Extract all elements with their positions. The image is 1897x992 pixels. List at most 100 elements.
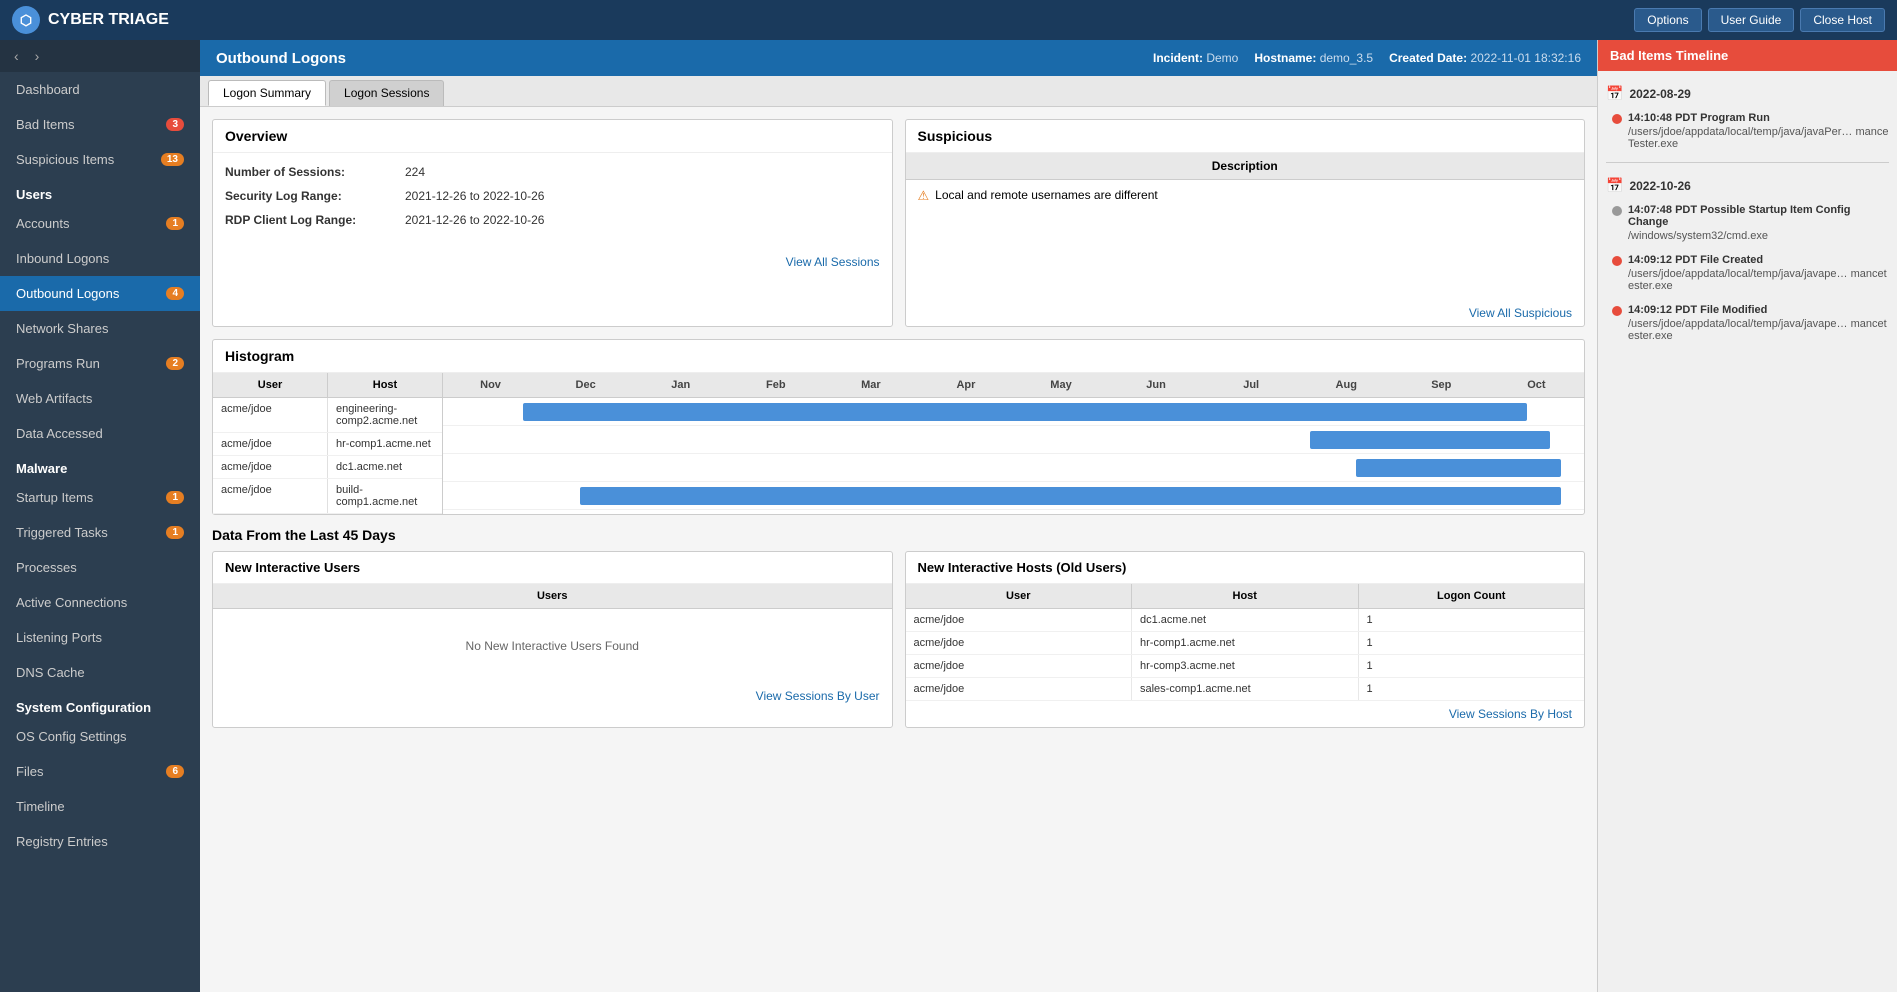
new-users-empty: No New Interactive Users Found	[213, 609, 892, 683]
sidebar-item-processes[interactable]: Processes	[0, 550, 200, 585]
calendar-icon-1: 📅	[1606, 177, 1623, 194]
sidebar-item-listening-ports[interactable]: Listening Ports	[0, 620, 200, 655]
new-interactive-hosts-title: New Interactive Hosts (Old Users)	[906, 552, 1585, 584]
sidebar-item-os-config[interactable]: OS Config Settings	[0, 719, 200, 754]
logo-icon: ⬡	[12, 6, 40, 34]
sidebar-item-files[interactable]: Files 6	[0, 754, 200, 789]
month-feb: Feb	[728, 373, 823, 397]
accounts-badge: 1	[166, 217, 184, 230]
view-sessions-by-host-link[interactable]: View Sessions By Host	[906, 701, 1585, 727]
header-buttons: Options User Guide Close Host	[1634, 8, 1885, 32]
nav-back-arrow[interactable]: ‹	[8, 46, 25, 66]
sidebar-item-timeline[interactable]: Timeline	[0, 789, 200, 824]
tab-logon-sessions[interactable]: Logon Sessions	[329, 80, 444, 106]
month-dec: Dec	[538, 373, 633, 397]
histogram-title: Histogram	[213, 340, 1584, 373]
host-count-0: 1	[1359, 609, 1585, 631]
user-guide-button[interactable]: User Guide	[1708, 8, 1795, 32]
rdp-log-label: RDP Client Log Range:	[225, 213, 405, 227]
month-jul: Jul	[1204, 373, 1299, 397]
warning-icon: ⚠	[918, 188, 930, 204]
sidebar-section-system-config: System Configuration	[0, 690, 200, 719]
host-user-1: acme/jdoe	[906, 632, 1133, 654]
right-sidebar-title: Bad Items Timeline	[1598, 40, 1897, 71]
event-time-1-0: 14:07:48 PDT Possible Startup Item Confi…	[1628, 204, 1889, 228]
sidebar-item-dns-cache[interactable]: DNS Cache	[0, 655, 200, 690]
event-content-1-2: 14:09:12 PDT File Modified /users/jdoe/a…	[1628, 304, 1889, 342]
sessions-label: Number of Sessions:	[225, 165, 405, 179]
sidebar-item-suspicious-items[interactable]: Suspicious Items 13	[0, 142, 200, 177]
startup-items-badge: 1	[166, 491, 184, 504]
month-apr: Apr	[918, 373, 1013, 397]
event-path-1-1: /users/jdoe/appdata/local/temp/java/java…	[1628, 268, 1889, 292]
hist-user-table: User Host acme/jdoe engineering-comp2.ac…	[213, 373, 443, 514]
new-users-col: Users	[213, 584, 892, 608]
hosts-col-host: Host	[1132, 584, 1359, 608]
files-badge: 6	[166, 765, 184, 778]
new-interactive-users-title: New Interactive Users	[213, 552, 892, 584]
host-row-1: acme/jdoe hr-comp1.acme.net 1	[906, 632, 1585, 655]
tab-logon-summary[interactable]: Logon Summary	[208, 80, 326, 106]
sidebar-item-data-accessed[interactable]: Data Accessed	[0, 416, 200, 451]
hist-bar-row-3	[443, 482, 1584, 510]
month-may: May	[1013, 373, 1108, 397]
event-path-1-2: /users/jdoe/appdata/local/temp/java/java…	[1628, 318, 1889, 342]
hist-bar-row-2	[443, 454, 1584, 482]
hist-host-0: engineering-comp2.acme.net	[328, 398, 442, 432]
hist-bar-2	[1356, 459, 1561, 477]
sidebar-item-inbound-logons[interactable]: Inbound Logons	[0, 241, 200, 276]
hist-user-1: acme/jdoe	[213, 433, 328, 455]
overview-content: Number of Sessions: 224 Security Log Ran…	[213, 153, 892, 249]
sidebar-nav: ‹ ›	[0, 40, 200, 72]
right-sidebar: Bad Items Timeline 📅 2022-08-29 14:10:48…	[1597, 40, 1897, 992]
sidebar-item-web-artifacts[interactable]: Web Artifacts	[0, 381, 200, 416]
view-sessions-by-user-link[interactable]: View Sessions By User	[213, 683, 892, 709]
timeline-date-1: 📅 2022-10-26	[1606, 171, 1889, 200]
sidebar-item-triggered-tasks[interactable]: Triggered Tasks 1	[0, 515, 200, 550]
month-sep: Sep	[1394, 373, 1489, 397]
event-dot-1-0	[1612, 206, 1622, 216]
host-user-2: acme/jdoe	[906, 655, 1133, 677]
histogram-content: User Host acme/jdoe engineering-comp2.ac…	[213, 373, 1584, 514]
sidebar-item-network-shares[interactable]: Network Shares	[0, 311, 200, 346]
hist-table-header: User Host	[213, 373, 442, 398]
new-interactive-hosts-panel: New Interactive Hosts (Old Users) User H…	[905, 551, 1586, 728]
sidebar-item-bad-items[interactable]: Bad Items 3	[0, 107, 200, 142]
nav-forward-arrow[interactable]: ›	[29, 46, 46, 66]
options-button[interactable]: Options	[1634, 8, 1701, 32]
suspicious-panel: Suspicious Description ⚠ Local and remot…	[905, 119, 1586, 327]
event-dot-1-2	[1612, 306, 1622, 316]
hist-row-1: acme/jdoe hr-comp1.acme.net	[213, 433, 442, 456]
outbound-logons-badge: 4	[166, 287, 184, 300]
sidebar-item-programs-run[interactable]: Programs Run 2	[0, 346, 200, 381]
host-count-3: 1	[1359, 678, 1585, 700]
data-last-45-section: Data From the Last 45 Days New Interacti…	[212, 527, 1585, 728]
sidebar-item-accounts[interactable]: Accounts 1	[0, 206, 200, 241]
event-content-1-0: 14:07:48 PDT Possible Startup Item Confi…	[1628, 204, 1889, 242]
sidebar-item-active-connections[interactable]: Active Connections	[0, 585, 200, 620]
sidebar-item-registry[interactable]: Registry Entries	[0, 824, 200, 859]
hist-bar-1	[1310, 431, 1550, 449]
sidebar-item-startup-items[interactable]: Startup Items 1	[0, 480, 200, 515]
content-scroll: Overview Number of Sessions: 224 Securit…	[200, 107, 1597, 992]
calendar-icon-0: 📅	[1606, 85, 1623, 102]
host-row-0: acme/jdoe dc1.acme.net 1	[906, 609, 1585, 632]
close-host-button[interactable]: Close Host	[1800, 8, 1885, 32]
suspicious-text: Local and remote usernames are different	[935, 188, 1158, 202]
host-host-1: hr-comp1.acme.net	[1132, 632, 1359, 654]
timeline-event-1-2: 14:09:12 PDT File Modified /users/jdoe/a…	[1606, 300, 1889, 346]
view-all-suspicious-link[interactable]: View All Suspicious	[906, 300, 1585, 326]
programs-run-badge: 2	[166, 357, 184, 370]
event-path-1-0: /windows/system32/cmd.exe	[1628, 230, 1889, 242]
view-all-sessions-link[interactable]: View All Sessions	[213, 249, 892, 275]
sidebar-item-outbound-logons[interactable]: Outbound Logons 4	[0, 276, 200, 311]
overview-row-rdp-log: RDP Client Log Range: 2021-12-26 to 2022…	[225, 213, 880, 227]
sidebar-item-dashboard[interactable]: Dashboard	[0, 72, 200, 107]
date-label-0: 2022-08-29	[1629, 87, 1690, 101]
new-interactive-users-panel: New Interactive Users Users No New Inter…	[212, 551, 893, 728]
timeline-event-0-0: 14:10:48 PDT Program Run /users/jdoe/app…	[1606, 108, 1889, 154]
hist-host-2: dc1.acme.net	[328, 456, 442, 478]
hist-user-2: acme/jdoe	[213, 456, 328, 478]
timeline-date-0: 📅 2022-08-29	[1606, 79, 1889, 108]
content-title: Outbound Logons	[216, 50, 346, 67]
